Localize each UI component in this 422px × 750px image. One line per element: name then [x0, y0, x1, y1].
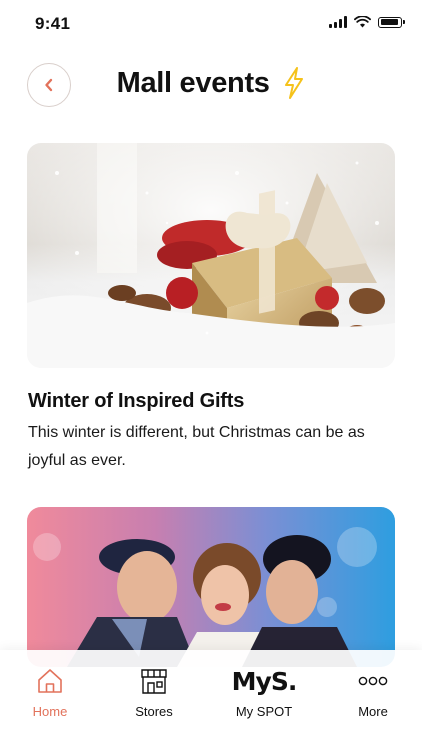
status-time: 9:41: [35, 14, 71, 33]
event-description: This winter is different, but Christmas …: [28, 424, 365, 469]
gift-scene-illustration: [27, 143, 395, 368]
nav-item-more[interactable]: More: [333, 664, 413, 719]
nav-label-myspot: My SPOT: [235, 704, 293, 719]
page-title-text: Mall events: [116, 66, 270, 99]
bottom-nav: Home Stores MyS. My SPOT More: [0, 650, 422, 750]
battery-icon: [378, 16, 405, 28]
store-icon: [141, 669, 167, 694]
event-image-winter-gifts[interactable]: [27, 143, 395, 368]
nav-item-myspot[interactable]: MyS. My SPOT: [224, 664, 304, 720]
wifi-icon: [354, 16, 371, 28]
nav-label-stores: Stores: [135, 704, 173, 719]
status-icons: [329, 16, 405, 28]
people-photo-illustration: [33, 527, 377, 667]
lightning-bolt-icon: [285, 67, 304, 100]
nav-label-home: Home: [32, 704, 68, 719]
signal-icon: [329, 16, 347, 28]
page-title: Mall events: [0, 66, 422, 100]
nav-item-stores[interactable]: Stores: [114, 664, 194, 719]
more-dots-icon: [358, 676, 388, 686]
event-image-people[interactable]: [27, 507, 395, 667]
nav-item-home[interactable]: Home: [10, 664, 90, 719]
nav-label-more: More: [358, 704, 388, 719]
home-icon: [38, 669, 62, 693]
event-title[interactable]: Winter of Inspired Gifts: [28, 390, 244, 413]
status-bar: 9:41: [0, 0, 422, 48]
myspot-logo: MyS.: [231, 666, 298, 696]
